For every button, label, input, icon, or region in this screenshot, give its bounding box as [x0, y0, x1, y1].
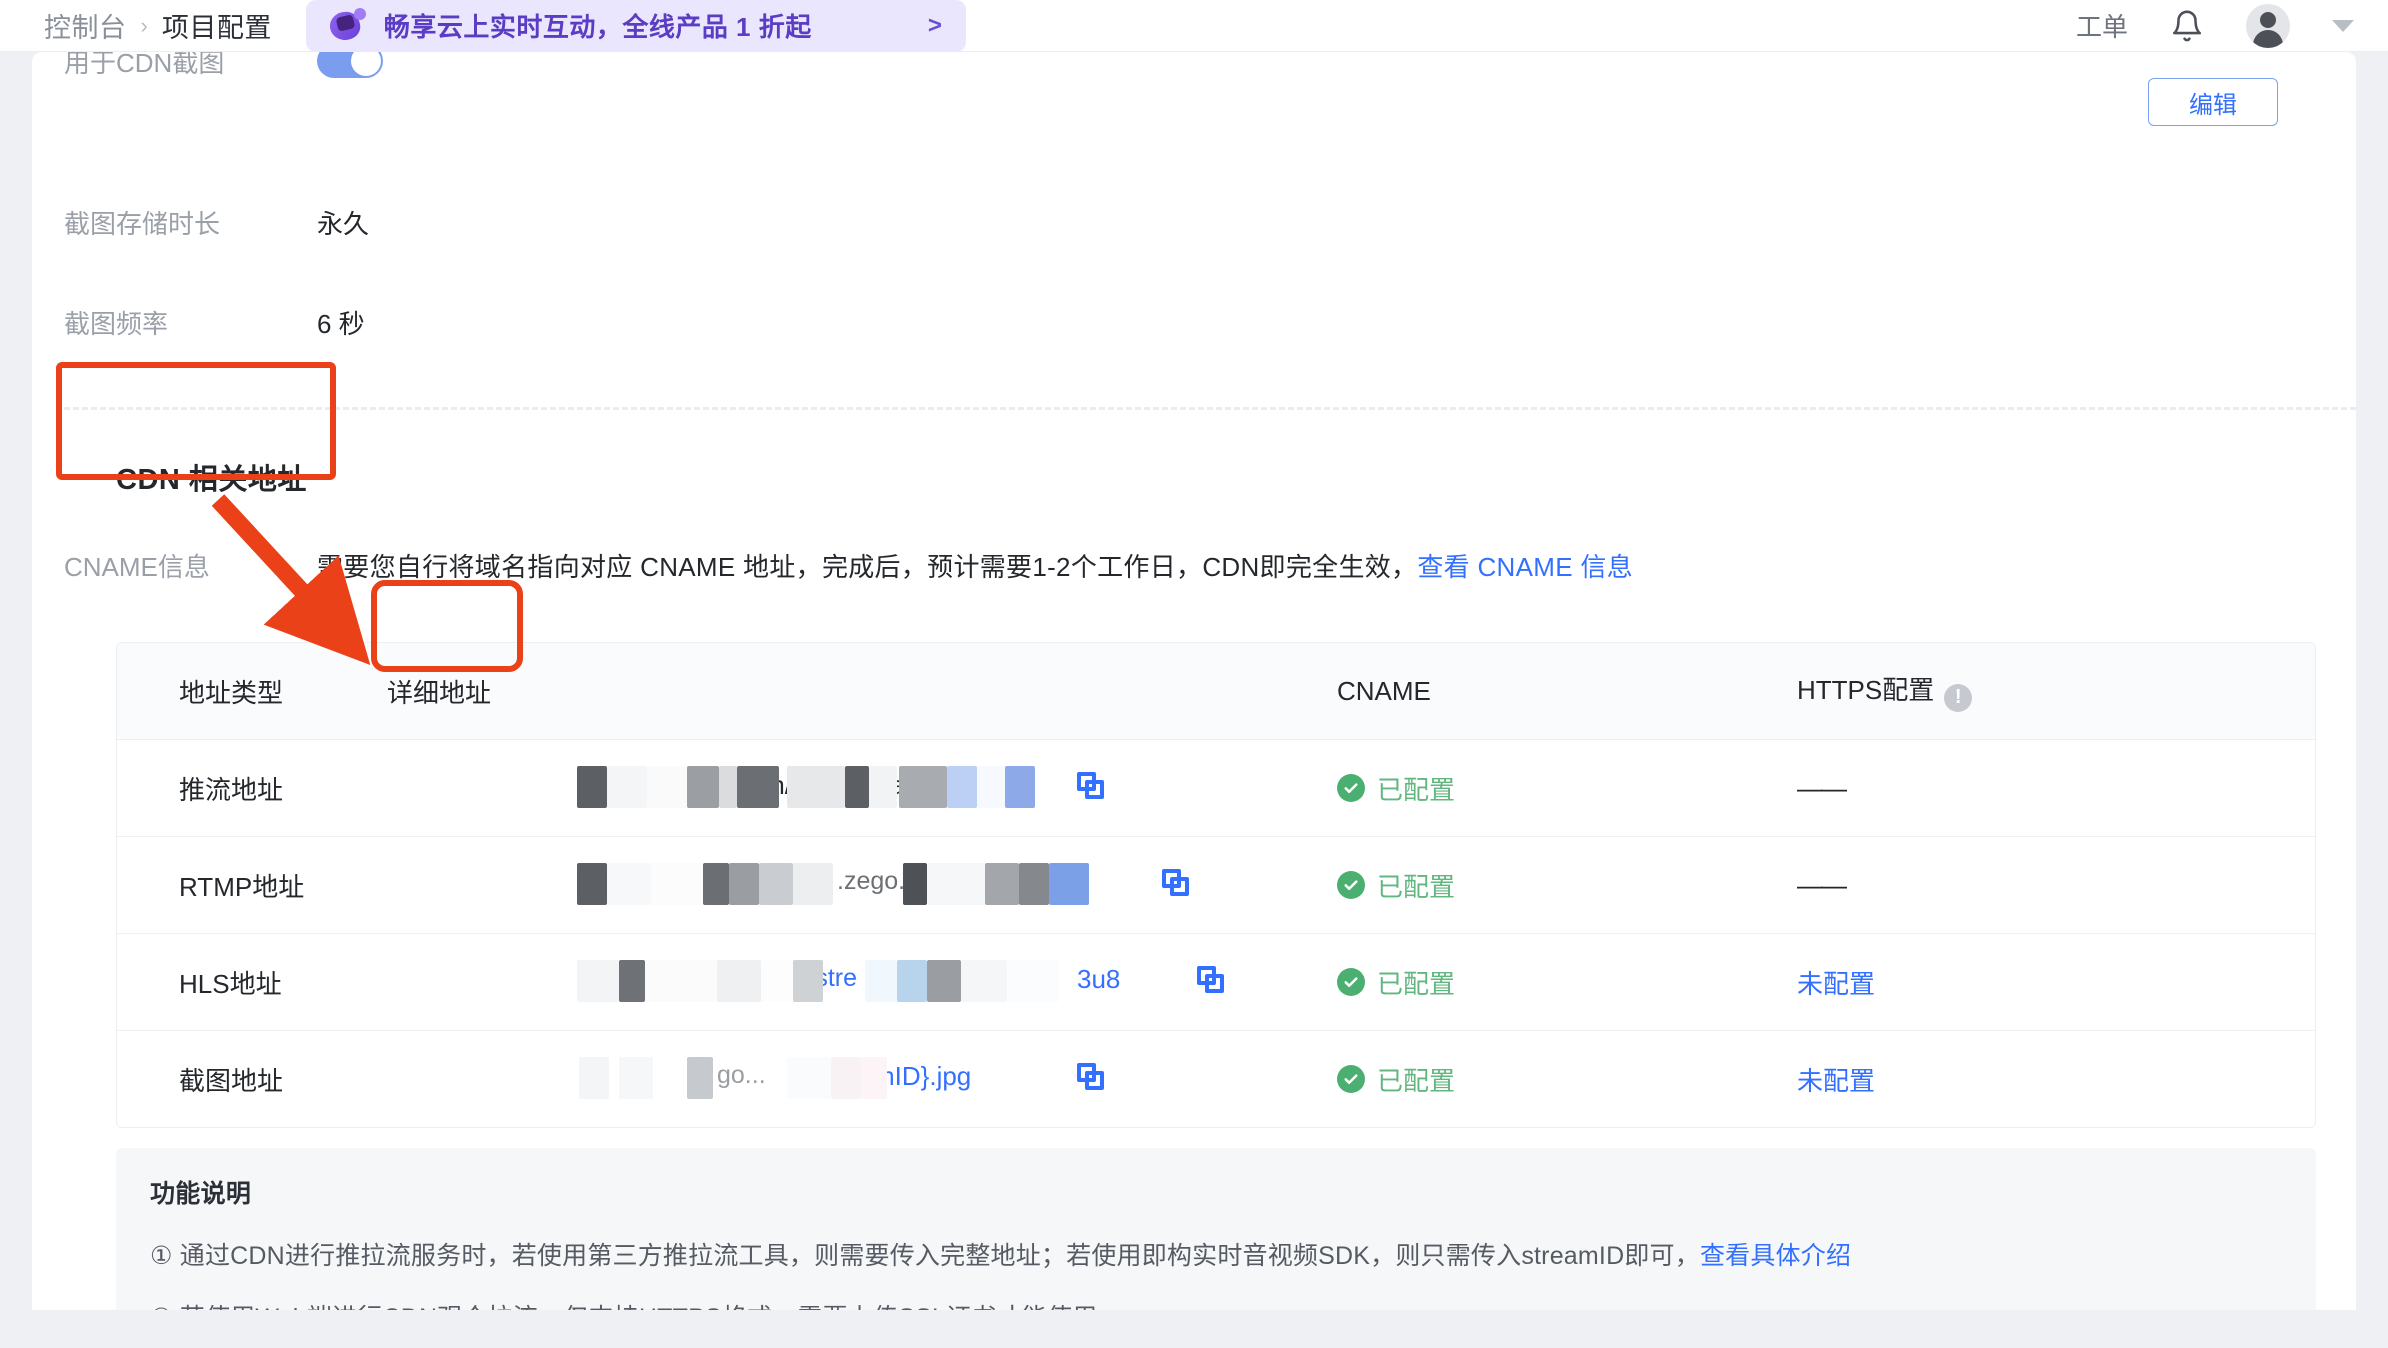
table-row: 截图地址 go... mID}.jpg 已配置 未配置	[117, 1031, 2315, 1127]
cell-address-type: 推流地址	[179, 774, 284, 805]
promo-banner[interactable]: 畅享云上实时互动，全线产品 1 折起 >	[305, 0, 966, 52]
cell-address-detail: go... mID}.jpg	[387, 1057, 1337, 1101]
breadcrumb-root[interactable]: 控制台	[44, 6, 127, 45]
cname-status-text: 已配置	[1377, 774, 1456, 805]
address-visible-text: mID}.jpg	[873, 1061, 972, 1091]
cell-cname-status: 已配置	[1337, 770, 1797, 807]
storage-duration-value: 永久	[317, 209, 370, 239]
view-details-link[interactable]: 查看具体介绍	[1700, 1242, 1851, 1270]
column-header-detail: 详细地址	[387, 673, 1337, 710]
form-row-storage-duration: 截图存储时长 永久	[32, 204, 2356, 241]
cell-address-type: 截图地址	[179, 1065, 284, 1096]
column-header-detail-label: 详细地址	[387, 677, 492, 708]
breadcrumb-current: 项目配置	[161, 13, 272, 43]
cdn-snapshot-toggle[interactable]	[317, 52, 383, 78]
copy-icon[interactable]	[1197, 966, 1225, 994]
cname-status-text: 已配置	[1377, 871, 1456, 902]
cell-https-status: 未配置	[1797, 964, 2315, 1001]
table-row: 推流地址 1.zego.im/live/{streamID}	[117, 740, 2315, 837]
column-header-cname: CNAME	[1337, 675, 1431, 706]
edit-button[interactable]: 编辑	[2148, 78, 2278, 126]
cell-cname-status: 已配置	[1337, 1061, 1797, 1098]
https-status-text: ——	[1797, 869, 1847, 900]
note-item-2: ② 若使用Web端进行CDN观众拉流，仅支持HTTPS格式，需要上传SSL证书才…	[150, 1298, 2282, 1310]
check-circle-icon	[1337, 1065, 1365, 1093]
chevron-right-icon: >	[927, 11, 942, 39]
view-cname-info-link[interactable]: 查看 CNAME 信息	[1417, 552, 1633, 582]
column-header-https-label: HTTPS配置	[1797, 675, 1935, 706]
zego-logo-icon	[326, 7, 368, 44]
cname-status-text: 已配置	[1377, 1065, 1456, 1096]
https-status-link[interactable]: 未配置	[1797, 969, 1875, 999]
cell-address-detail: .zego.i amID}	[387, 863, 1337, 907]
cname-info-description: 需要您自行将域名指向对应 CNAME 地址，完成后，预计需要1-2个工作日，CD…	[317, 552, 1418, 582]
cell-address-type: HLS地址	[179, 968, 282, 999]
page-root: 控制台 › 项目配置 畅享云上实时互动，全线产品 1 折起 > 工单 用于CDN…	[0, 0, 2388, 1348]
cname-status-text: 已配置	[1377, 968, 1456, 999]
cell-cname-status: 已配置	[1337, 964, 1797, 1001]
https-status-link[interactable]: 未配置	[1797, 1066, 1875, 1096]
cell-https-status: ——	[1797, 870, 2315, 901]
https-status-text: ——	[1797, 772, 1847, 803]
main-panel: 用于CDN截图 编辑 截图存储时长 永久 截图频率 6 秒 CDN 相关地址 C…	[32, 52, 2356, 1310]
cell-address-type: RTMP地址	[179, 871, 305, 902]
topbar-actions: 工单	[2076, 3, 2354, 48]
table-header-row: 地址类型 详细地址 CNAME HTTPS配置!	[117, 643, 2315, 740]
snapshot-frequency-value: 6 秒	[317, 309, 365, 339]
copy-icon[interactable]	[1077, 1063, 1105, 1091]
section-divider	[64, 407, 2356, 410]
cell-cname-status: 已配置	[1337, 867, 1797, 904]
chevron-down-icon[interactable]	[2332, 19, 2354, 32]
check-circle-icon	[1337, 968, 1365, 996]
storage-duration-label: 截图存储时长	[64, 209, 221, 239]
column-header-https: HTTPS配置!	[1797, 670, 2315, 712]
check-circle-icon	[1337, 774, 1365, 802]
column-header-type: 地址类型	[179, 677, 284, 708]
ticket-link[interactable]: 工单	[2076, 7, 2128, 44]
form-row-snapshot-frequency: 截图频率 6 秒	[32, 304, 2356, 341]
form-row-cdn-snapshot: 用于CDN截图	[32, 52, 2356, 92]
address-visible-text: 3u8	[1077, 964, 1121, 994]
cdn-address-table: 地址类型 详细地址 CNAME HTTPS配置! 推流地址 1.zego.im/…	[116, 642, 2316, 1128]
redacted-address: tp://hls {stre 3u8	[387, 960, 1337, 1004]
top-bar: 控制台 › 项目配置 畅享云上实时互动，全线产品 1 折起 > 工单	[0, 0, 2388, 52]
cname-info-label: CNAME信息	[64, 552, 210, 582]
redacted-address: go... mID}.jpg	[387, 1057, 1337, 1101]
form-row-cname-info: CNAME信息 需要您自行将域名指向对应 CNAME 地址，完成后，预计需要1-…	[32, 547, 2356, 584]
avatar[interactable]	[2246, 3, 2290, 48]
promo-banner-text: 畅享云上实时互动，全线产品 1 折起	[383, 12, 812, 42]
check-circle-icon	[1337, 871, 1365, 899]
note-item-1-text: ① 通过CDN进行推拉流服务时，若使用第三方推拉流工具，则需要传入完整地址；若使…	[150, 1242, 1700, 1270]
cname-info-text: 需要您自行将域名指向对应 CNAME 地址，完成后，预计需要1-2个工作日，CD…	[317, 547, 1633, 584]
cell-address-detail: tp://hls {stre 3u8	[387, 960, 1337, 1004]
bell-icon[interactable]	[2170, 9, 2204, 43]
copy-icon[interactable]	[1162, 869, 1190, 897]
copy-icon[interactable]	[1077, 772, 1105, 800]
function-notes-panel: 功能说明 ① 通过CDN进行推拉流服务时，若使用第三方推拉流工具，则需要传入完整…	[116, 1148, 2316, 1310]
redacted-address: .zego.i amID}	[387, 863, 1337, 907]
note-item-1: ① 通过CDN进行推拉流服务时，若使用第三方推拉流工具，则需要传入完整地址；若使…	[150, 1236, 2282, 1272]
table-row: HLS地址 tp://hls {stre 3u8	[117, 934, 2315, 1031]
cdn-snapshot-label: 用于CDN截图	[64, 52, 225, 78]
cell-https-status: 未配置	[1797, 1061, 2315, 1098]
cell-address-detail: 1.zego.im/live/{streamID}	[387, 766, 1337, 810]
page-title: CDN 相关地址	[116, 464, 307, 496]
redacted-address: 1.zego.im/live/{streamID}	[387, 766, 1337, 810]
table-row: RTMP地址 .zego.i amID}	[117, 837, 2315, 934]
breadcrumb-separator-icon: ›	[140, 12, 148, 38]
snapshot-frequency-label: 截图频率	[64, 309, 169, 339]
cell-https-status: ——	[1797, 773, 2315, 804]
notes-title: 功能说明	[150, 1180, 252, 1208]
info-icon[interactable]: !	[1944, 683, 1973, 712]
breadcrumb: 控制台 › 项目配置	[44, 6, 272, 45]
